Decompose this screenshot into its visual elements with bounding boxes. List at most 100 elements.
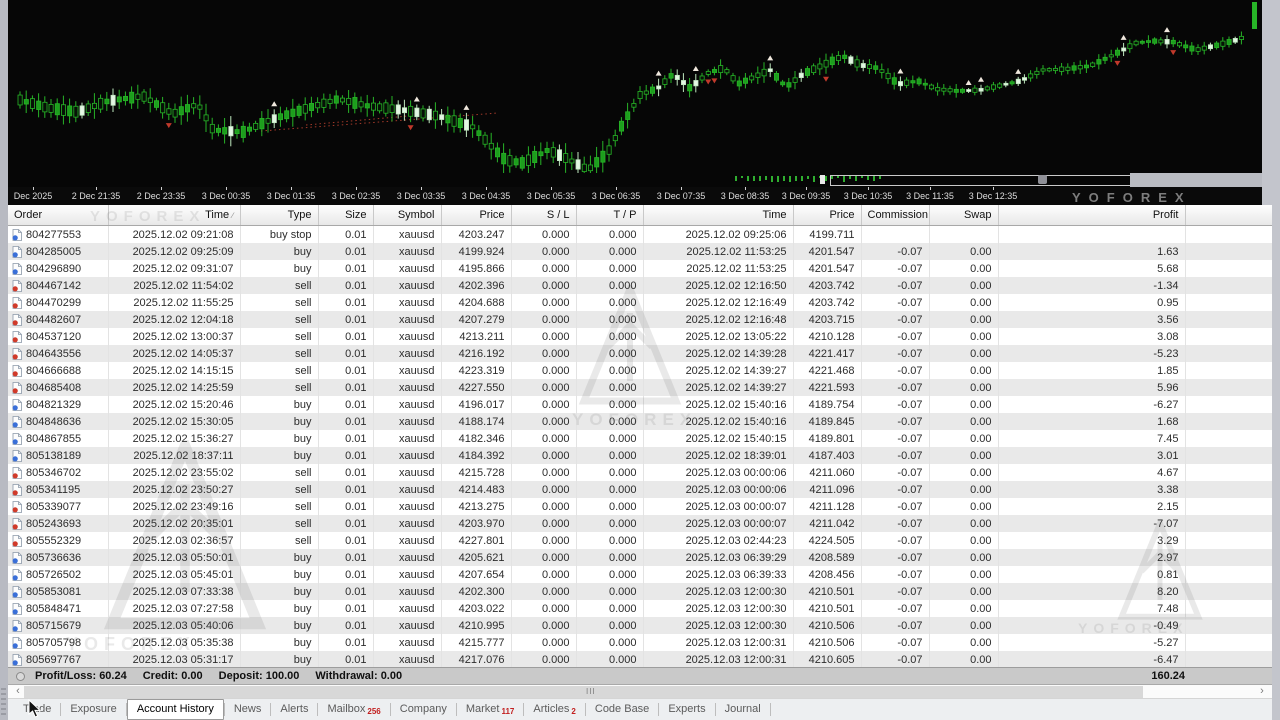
profit-cell: 2.15 <box>998 498 1185 515</box>
col-header-time_close[interactable]: Time <box>643 205 793 226</box>
filler-cell <box>1185 515 1272 532</box>
col-header-type[interactable]: Type <box>240 205 318 226</box>
table-row[interactable]: 8048678552025.12.02 15:36:27buy0.01xauus… <box>8 430 1272 447</box>
size-cell: 0.01 <box>318 430 373 447</box>
table-row[interactable]: 8057366362025.12.03 05:50:01buy0.01xauus… <box>8 549 1272 566</box>
chart-scrollbar-knob[interactable] <box>1038 175 1047 184</box>
symbol-cell: xauusd <box>373 243 441 260</box>
col-header-order[interactable]: Order <box>8 205 108 226</box>
table-row[interactable]: 8044671422025.12.02 11:54:02sell0.01xauu… <box>8 277 1272 294</box>
summary-status-icon <box>16 672 25 681</box>
table-row[interactable]: 8046666882025.12.02 14:15:15sell0.01xauu… <box>8 362 1272 379</box>
time_close-cell: 2025.12.02 12:16:48 <box>643 311 793 328</box>
table-row[interactable]: 8058484712025.12.03 07:27:58buy0.01xauus… <box>8 600 1272 617</box>
table-row[interactable]: 8053411952025.12.02 23:50:27sell0.01xauu… <box>8 481 1272 498</box>
table-row[interactable]: 8052436932025.12.02 20:35:01sell0.01xauu… <box>8 515 1272 532</box>
col-header-commission[interactable]: Commission <box>861 205 929 226</box>
commission-cell: -0.07 <box>861 328 929 345</box>
size-cell: 0.01 <box>318 328 373 345</box>
commission-cell: -0.07 <box>861 311 929 328</box>
tab-journal[interactable]: Journal <box>716 699 770 720</box>
tab-news[interactable]: News <box>225 699 271 720</box>
table-row[interactable]: 8058530812025.12.03 07:33:38buy0.01xauus… <box>8 583 1272 600</box>
table-row[interactable]: 8042850052025.12.02 09:25:09buy0.01xauus… <box>8 243 1272 260</box>
table-row[interactable]: 8053390772025.12.02 23:49:16sell0.01xauu… <box>8 498 1272 515</box>
order-cell: 804666688 <box>8 362 108 379</box>
tab-company[interactable]: Company <box>391 699 456 720</box>
order-cell: 804685408 <box>8 379 108 396</box>
table-row[interactable]: 8051381892025.12.02 18:37:11buy0.01xauus… <box>8 447 1272 464</box>
sl-cell: 0.000 <box>511 600 576 617</box>
table-row[interactable]: 8045371202025.12.02 13:00:37sell0.01xauu… <box>8 328 1272 345</box>
tp-cell: 0.000 <box>576 600 643 617</box>
scroll-right-arrow-icon[interactable]: › <box>1254 685 1270 698</box>
col-header-price_open[interactable]: Price <box>441 205 511 226</box>
table-row[interactable]: 8057265022025.12.03 05:45:01buy0.01xauus… <box>8 566 1272 583</box>
axis-tick <box>806 187 807 190</box>
table-row[interactable]: 8044826072025.12.02 12:04:18sell0.01xauu… <box>8 311 1272 328</box>
price_open-cell: 4202.396 <box>441 277 511 294</box>
table-row[interactable]: 8053467022025.12.02 23:55:02sell0.01xauu… <box>8 464 1272 481</box>
type-cell: buy <box>240 549 318 566</box>
symbol-cell: xauusd <box>373 413 441 430</box>
bottom-tab-bar: TradeExposureAccount HistoryNewsAlertsMa… <box>0 698 1280 720</box>
size-cell: 0.01 <box>318 498 373 515</box>
table-row[interactable]: 8042775532025.12.02 09:21:08buy stop0.01… <box>8 226 1272 244</box>
col-header-profit[interactable]: Profit <box>998 205 1185 226</box>
price_open-cell: 4216.192 <box>441 345 511 362</box>
table-row[interactable]: 8048486362025.12.02 15:30:05buy0.01xauus… <box>8 413 1272 430</box>
time_close-cell: 2025.12.03 00:00:07 <box>643 498 793 515</box>
sell-order-icon <box>12 484 22 496</box>
table-row[interactable]: 8046435562025.12.02 14:05:37sell0.01xauu… <box>8 345 1272 362</box>
col-header-time_open[interactable]: Time∕ <box>108 205 240 226</box>
table-row[interactable]: 8056977672025.12.03 05:31:17buy0.01xauus… <box>8 651 1272 667</box>
tab-articles[interactable]: Articles2 <box>524 699 585 720</box>
filler-cell <box>1185 243 1272 260</box>
axis-label: 3 Dec 08:35 <box>721 191 770 201</box>
table-row[interactable]: 8042968902025.12.02 09:31:07buy0.01xauus… <box>8 260 1272 277</box>
tab-trade[interactable]: Trade <box>14 699 60 720</box>
table-row[interactable]: 8048213292025.12.02 15:20:46buy0.01xauus… <box>8 396 1272 413</box>
tab-account-history[interactable]: Account History <box>127 699 224 720</box>
tab-mailbox[interactable]: Mailbox256 <box>318 699 389 720</box>
profit-cell: 0.95 <box>998 294 1185 311</box>
filler-cell <box>1185 379 1272 396</box>
order-cell: 804277553 <box>8 226 108 244</box>
horizontal-scrollbar[interactable]: ‹ III › <box>8 684 1272 698</box>
tab-alerts[interactable]: Alerts <box>271 699 317 720</box>
chart-scrollbar-thumb[interactable] <box>830 175 1132 186</box>
commission-cell: -0.07 <box>861 634 929 651</box>
col-header-sl[interactable]: S / L <box>511 205 576 226</box>
summary-total-profit: 160.24 <box>1151 668 1185 685</box>
tp-cell: 0.000 <box>576 515 643 532</box>
col-header-symbol[interactable]: Symbol <box>373 205 441 226</box>
table-row[interactable]: 8057057982025.12.03 05:35:38buy0.01xauus… <box>8 634 1272 651</box>
col-header-tp[interactable]: T / P <box>576 205 643 226</box>
time_open-cell: 2025.12.02 09:25:09 <box>108 243 240 260</box>
table-row[interactable]: 8057156792025.12.03 05:40:06buy0.01xauus… <box>8 617 1272 634</box>
price_open-cell: 4207.279 <box>441 311 511 328</box>
col-header-swap[interactable]: Swap <box>929 205 998 226</box>
swap-cell: 0.00 <box>929 362 998 379</box>
time-axis[interactable]: Dec 20252 Dec 21:352 Dec 23:353 Dec 00:3… <box>8 187 1262 205</box>
col-header-size[interactable]: Size <box>318 205 373 226</box>
tab-exposure[interactable]: Exposure <box>61 699 125 720</box>
table-row[interactable]: 8044702992025.12.02 11:55:25sell0.01xauu… <box>8 294 1272 311</box>
time_close-cell: 2025.12.03 12:00:31 <box>643 634 793 651</box>
sl-cell: 0.000 <box>511 396 576 413</box>
profit-cell: 5.68 <box>998 260 1185 277</box>
price_open-cell: 4202.300 <box>441 583 511 600</box>
table-row[interactable]: 8055523292025.12.03 02:36:57sell0.01xauu… <box>8 532 1272 549</box>
tab-code-base[interactable]: Code Base <box>586 699 658 720</box>
sell-order-icon <box>12 518 22 530</box>
tab-market[interactable]: Market117 <box>457 699 524 720</box>
type-cell: sell <box>240 464 318 481</box>
tab-badge: 2 <box>571 707 575 716</box>
price-chart[interactable] <box>8 0 1262 187</box>
table-row[interactable]: 8046854082025.12.02 14:25:59sell0.01xauu… <box>8 379 1272 396</box>
type-cell: sell <box>240 498 318 515</box>
symbol-cell: xauusd <box>373 566 441 583</box>
scrollbar-thumb[interactable]: III <box>24 686 1143 698</box>
tab-experts[interactable]: Experts <box>659 699 714 720</box>
col-header-price_close[interactable]: Price <box>793 205 861 226</box>
